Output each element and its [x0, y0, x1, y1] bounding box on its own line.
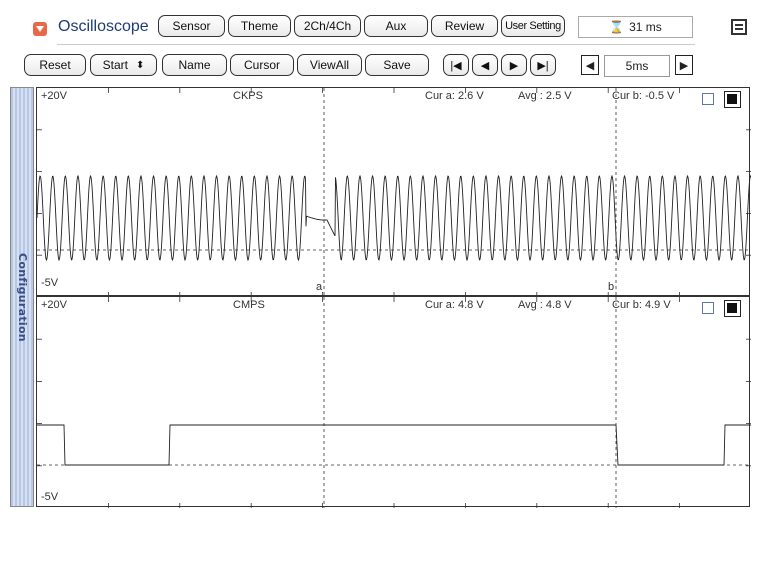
channel-mode-button[interactable]: 2Ch/4Ch	[294, 15, 361, 37]
ckps-cursor-a-value: Cur a: 2.6 V	[425, 90, 484, 102]
timebase-increase-icon[interactable]: ▶	[675, 55, 693, 75]
cmps-stop-icon[interactable]	[724, 300, 741, 317]
cmps-checkbox[interactable]	[702, 302, 714, 314]
cmps-top-scale: +20V	[41, 299, 67, 311]
cmps-cursor-a-value: Cur a: 4.8 V	[425, 299, 484, 311]
ckps-stop-icon[interactable]	[724, 91, 741, 108]
cmps-channel-name: CMPS	[233, 299, 265, 311]
start-label: Start	[102, 58, 128, 72]
ckps-plot	[37, 88, 751, 297]
save-button[interactable]: Save	[365, 54, 429, 76]
ckps-checkbox[interactable]	[702, 93, 714, 105]
ckps-top-scale: +20V	[41, 90, 67, 102]
configuration-tab[interactable]: Configuration	[10, 87, 34, 507]
skip-last-icon[interactable]: ▶|	[530, 54, 556, 76]
cmps-average-value: Avg : 4.8 V	[518, 299, 572, 311]
cmps-plot	[37, 297, 751, 508]
channel-panel-ckps[interactable]: +20V CKPS Cur a: 2.6 V Avg : 2.5 V Cur b…	[36, 87, 751, 297]
viewall-button[interactable]: ViewAll	[297, 54, 362, 76]
aux-button[interactable]: Aux	[364, 15, 428, 37]
step-back-icon[interactable]: ◀	[472, 54, 498, 76]
elapsed-time-value: 31 ms	[629, 20, 662, 34]
ckps-bottom-scale: -5V	[41, 277, 59, 289]
ckps-average-value: Avg : 2.5 V	[518, 90, 572, 102]
step-forward-icon[interactable]: ▶	[501, 54, 527, 76]
updown-arrows-icon: ⬍	[135, 59, 145, 71]
cursor-a-label: a	[316, 281, 323, 293]
start-select[interactable]: Start ⬍	[90, 54, 157, 76]
timebase-display: 5ms	[604, 55, 670, 77]
channel-panel-cmps[interactable]: +20V CMPS Cur a: 4.8 V Avg : 4.8 V Cur b…	[36, 296, 751, 508]
ckps-channel-name: CKPS	[233, 90, 263, 102]
theme-button[interactable]: Theme	[228, 15, 291, 37]
hourglass-icon: ⌛	[609, 20, 625, 34]
ckps-cursor-b-value: Cur b: -0.5 V	[612, 90, 675, 102]
configuration-label: Configuration	[15, 252, 29, 342]
elapsed-time-display: ⌛ 31 ms	[578, 16, 693, 38]
timebase-decrease-icon[interactable]: ◀	[581, 55, 599, 75]
app-title: Oscilloscope	[58, 18, 149, 35]
skip-first-icon[interactable]: |◀	[443, 54, 469, 76]
cmps-bottom-scale: -5V	[41, 491, 59, 503]
name-button[interactable]: Name	[162, 54, 227, 76]
menu-icon[interactable]	[731, 19, 747, 35]
reset-button[interactable]: Reset	[24, 54, 86, 76]
review-button[interactable]: Review	[431, 15, 498, 37]
cursor-button[interactable]: Cursor	[230, 54, 294, 76]
cmps-cursor-b-value: Cur b: 4.9 V	[612, 299, 671, 311]
app-menu-icon[interactable]	[33, 22, 47, 36]
user-setting-button[interactable]: User Setting	[501, 15, 565, 37]
cursor-b-label: b	[608, 281, 615, 293]
sensor-button[interactable]: Sensor	[158, 15, 225, 37]
toolbar-divider	[57, 44, 695, 45]
